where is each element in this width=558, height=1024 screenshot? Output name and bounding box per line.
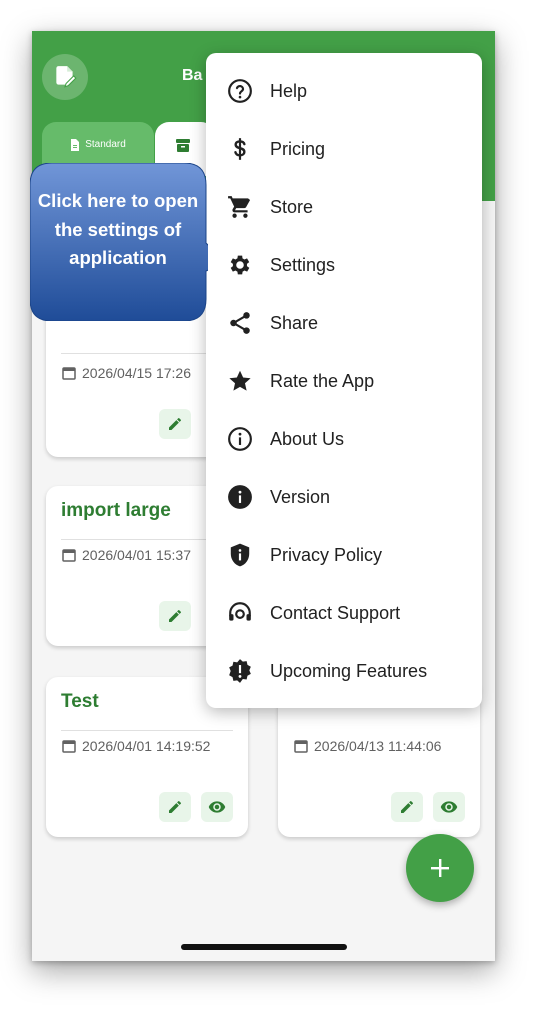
info-filled-icon xyxy=(227,484,253,510)
pencil-icon xyxy=(169,800,181,813)
archive-icon xyxy=(175,139,190,152)
eye-icon xyxy=(440,801,458,813)
menu-item-pricing[interactable]: Pricing xyxy=(206,124,482,174)
menu-item-privacy[interactable]: Privacy Policy xyxy=(206,530,482,580)
note-date: 2026/04/15 17:26 xyxy=(62,365,191,381)
menu-item-label: Help xyxy=(270,80,308,101)
view-button[interactable] xyxy=(201,792,233,822)
note-date: 2026/04/01 15:37 xyxy=(62,547,191,563)
pencil-icon xyxy=(401,800,413,813)
note-date-text: 2026/04/15 17:26 xyxy=(82,365,191,381)
menu-item-settings[interactable]: Settings xyxy=(206,240,482,290)
edit-button[interactable] xyxy=(391,792,423,822)
note-title: Test xyxy=(61,691,99,712)
help-circle-icon xyxy=(227,78,253,104)
note-date-text: 2026/04/01 14:19:52 xyxy=(82,738,211,754)
menu-item-upcoming[interactable]: Upcoming Features xyxy=(206,646,482,696)
menu-item-help[interactable]: Help xyxy=(206,66,482,116)
menu-item-about[interactable]: About Us xyxy=(206,414,482,464)
headset-icon xyxy=(227,600,253,626)
overflow-menu: Help Pricing Store Settings Share Rate t… xyxy=(206,53,482,708)
menu-item-label: About Us xyxy=(270,428,345,449)
note-date: 2026/04/01 14:19:52 xyxy=(62,738,210,754)
pencil-icon xyxy=(169,609,181,622)
callout-text: Click here to open the settings of appli… xyxy=(37,190,199,268)
menu-item-label: Share xyxy=(270,312,319,333)
menu-item-label: Store xyxy=(270,196,314,217)
menu-item-rate[interactable]: Rate the App xyxy=(206,356,482,406)
gear-icon xyxy=(227,252,253,278)
star-icon xyxy=(227,368,253,394)
document-icon xyxy=(71,139,80,151)
tab-standard-label: Standard xyxy=(85,139,126,150)
shield-icon xyxy=(227,542,253,568)
cart-icon xyxy=(227,194,253,220)
card-divider xyxy=(61,730,233,731)
menu-item-store[interactable]: Store xyxy=(206,182,482,232)
eye-icon xyxy=(208,801,226,813)
pencil-icon xyxy=(169,417,181,430)
calendar-icon xyxy=(62,549,76,562)
view-button[interactable] xyxy=(433,792,465,822)
menu-item-label: Contact Support xyxy=(270,602,401,623)
calendar-icon xyxy=(62,367,76,380)
menu-item-version[interactable]: Version xyxy=(206,472,482,522)
new-badge-icon xyxy=(227,658,253,684)
share-icon xyxy=(227,310,253,336)
note-date: 2026/04/13 11:44:06 xyxy=(294,738,441,754)
menu-item-label: Pricing xyxy=(270,138,326,159)
calendar-icon xyxy=(294,740,308,753)
note-title: import large xyxy=(61,500,171,521)
add-note-button[interactable] xyxy=(406,834,474,902)
plus-icon xyxy=(431,859,449,877)
edit-document-icon xyxy=(56,66,77,88)
menu-item-label: Settings xyxy=(270,254,336,275)
dollar-icon xyxy=(227,136,253,162)
app-title: Ba xyxy=(182,67,203,84)
edit-button[interactable] xyxy=(159,601,191,631)
menu-item-label: Upcoming Features xyxy=(270,660,428,681)
note-date-text: 2026/04/01 15:37 xyxy=(82,547,191,563)
note-date-text: 2026/04/13 11:44:06 xyxy=(314,738,442,754)
menu-item-share[interactable]: Share xyxy=(206,298,482,348)
app-logo[interactable] xyxy=(42,54,88,100)
home-indicator xyxy=(181,944,347,950)
menu-item-contact[interactable]: Contact Support xyxy=(206,588,482,638)
edit-button[interactable] xyxy=(159,792,191,822)
calendar-icon xyxy=(62,740,76,753)
menu-item-label: Privacy Policy xyxy=(270,544,383,565)
edit-button[interactable] xyxy=(159,409,191,439)
menu-item-label: Rate the App xyxy=(270,370,375,391)
info-outline-icon xyxy=(227,426,253,452)
menu-item-label: Version xyxy=(270,486,331,507)
